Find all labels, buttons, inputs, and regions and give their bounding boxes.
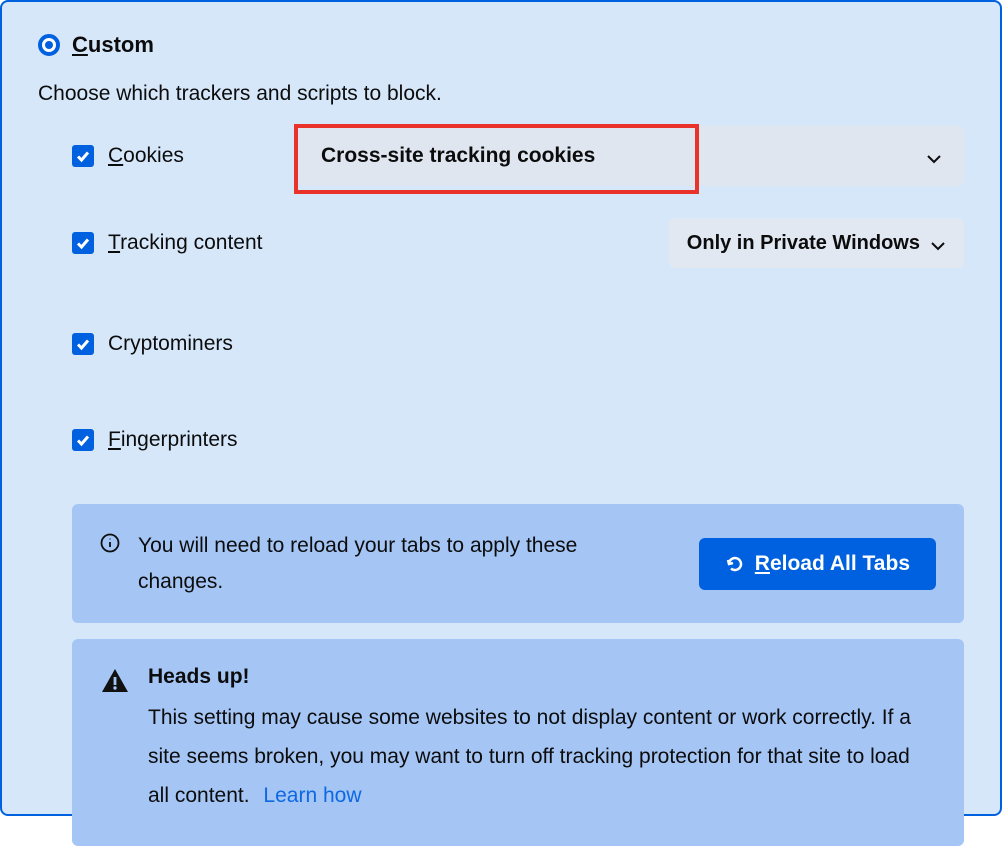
custom-radio-label: Custom <box>72 32 154 58</box>
options-list: Cookies Cross-site tracking cookies Trac… <box>72 136 964 846</box>
tracking-content-label: Tracking content <box>108 231 262 255</box>
option-row-tracking-content: Tracking content Only in Private Windows <box>72 218 964 268</box>
warning-banner: Heads up! This setting may cause some we… <box>72 639 964 846</box>
custom-radio[interactable] <box>38 34 60 56</box>
cookies-dropdown[interactable]: Cross-site tracking cookies <box>299 126 964 186</box>
reload-info-text: You will need to reload your tabs to app… <box>138 528 598 599</box>
option-row-fingerprinters: Fingerprinters <box>72 420 964 460</box>
warning-text: This setting may cause some websites to … <box>148 699 936 816</box>
custom-radio-row: Custom <box>38 32 964 58</box>
warning-title: Heads up! <box>148 665 936 689</box>
option-row-cookies: Cookies Cross-site tracking cookies <box>72 136 964 176</box>
cookies-checkbox[interactable] <box>72 145 94 167</box>
cryptominers-label: Cryptominers <box>108 332 233 356</box>
tracking-content-dropdown[interactable]: Only in Private Windows <box>669 218 964 268</box>
radio-dot-icon <box>45 41 53 49</box>
custom-tracking-panel: Custom Choose which trackers and scripts… <box>0 0 1002 816</box>
warning-icon <box>100 667 130 695</box>
reload-info-banner: You will need to reload your tabs to app… <box>72 504 964 623</box>
checkmark-icon <box>75 148 91 164</box>
learn-how-link[interactable]: Learn how <box>263 784 361 807</box>
option-row-cryptominers: Cryptominers <box>72 324 964 364</box>
cookies-dropdown-value: Cross-site tracking cookies <box>321 144 595 168</box>
checkmark-icon <box>75 235 91 251</box>
reload-button-label: Reload All Tabs <box>755 552 910 576</box>
fingerprinters-label: Fingerprinters <box>108 428 238 452</box>
checkmark-icon <box>75 432 91 448</box>
chevron-down-icon <box>930 238 946 248</box>
warning-content: Heads up! This setting may cause some we… <box>148 665 936 816</box>
panel-description: Choose which trackers and scripts to blo… <box>38 82 964 106</box>
cookies-label: Cookies <box>108 144 184 168</box>
fingerprinters-checkbox[interactable] <box>72 429 94 451</box>
info-icon <box>100 533 120 553</box>
reload-icon <box>725 554 745 574</box>
checkmark-icon <box>75 336 91 352</box>
tracking-content-checkbox[interactable] <box>72 232 94 254</box>
cryptominers-checkbox[interactable] <box>72 333 94 355</box>
tracking-content-dropdown-value: Only in Private Windows <box>687 232 920 255</box>
chevron-down-icon <box>926 151 942 161</box>
reload-all-tabs-button[interactable]: Reload All Tabs <box>699 538 936 590</box>
